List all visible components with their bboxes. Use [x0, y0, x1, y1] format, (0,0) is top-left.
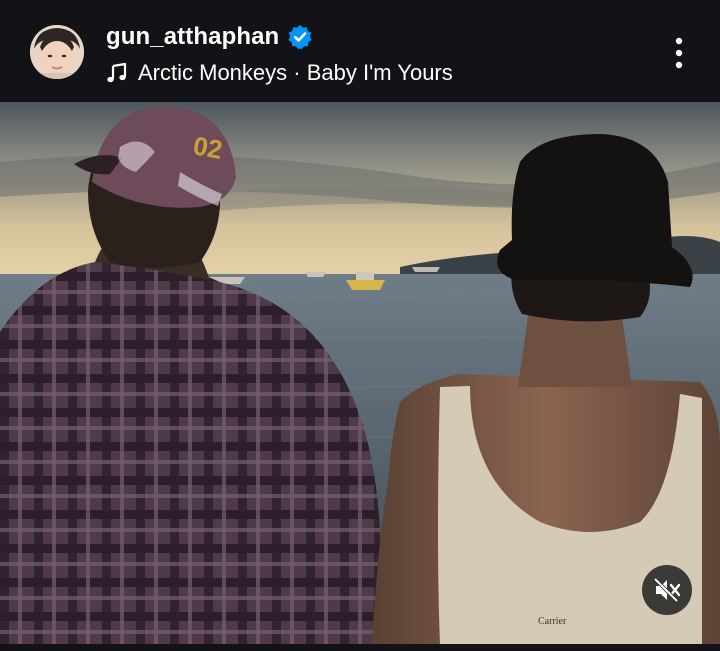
shirt-lettering: Carrier [538, 616, 567, 627]
more-options-button[interactable] [660, 32, 698, 74]
bottom-divider [0, 644, 720, 651]
avatar-image [30, 25, 84, 79]
music-track-label: Arctic Monkeys · Baby I'm Yours [138, 60, 453, 85]
post-header: gun_atthaphan Arctic Monkeys · Baby I'm … [0, 0, 720, 102]
verified-badge-icon [288, 25, 312, 50]
post-media[interactable]: 02 Carrier [0, 102, 720, 644]
post-image: 02 Carrier [0, 102, 720, 644]
avatar[interactable] [30, 25, 84, 79]
music-attribution[interactable]: Arctic Monkeys · Baby I'm Yours [106, 58, 453, 88]
cap-number: 02 [191, 130, 225, 165]
mute-toggle-button[interactable] [642, 565, 692, 615]
music-note-icon [107, 62, 127, 83]
more-options-icon [675, 37, 683, 69]
username-row: gun_atthaphan [106, 20, 313, 54]
mute-icon [653, 577, 681, 603]
username[interactable]: gun_atthaphan [106, 23, 279, 51]
